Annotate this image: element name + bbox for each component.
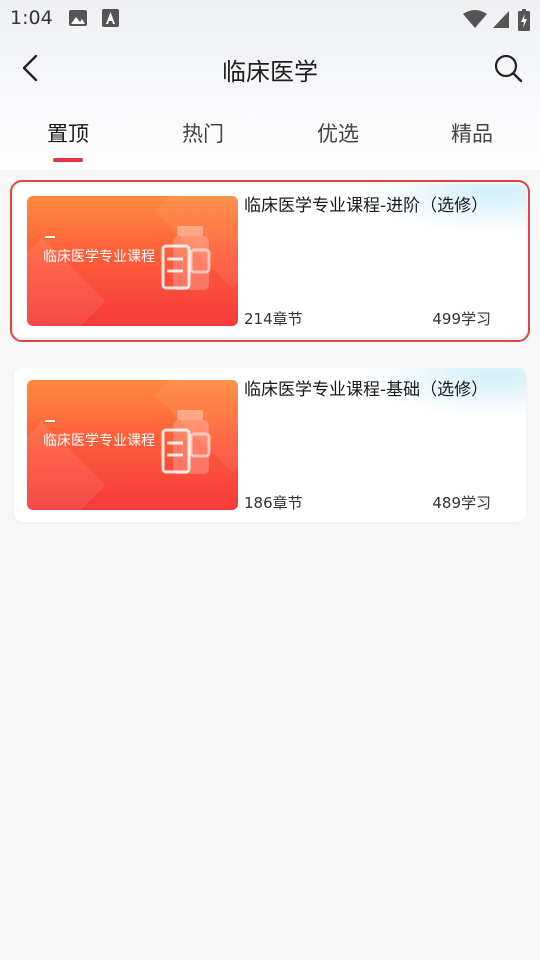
tab-bar: 置顶 热门 优选 精品	[0, 112, 540, 168]
course-title: 临床医学专业课程-基础（选修）	[244, 380, 489, 400]
thumbnail-caption: 临床医学专业课程	[43, 249, 155, 265]
learner-count: 489学习	[432, 494, 491, 512]
thumbnail-caption: 临床医学专业课程	[43, 433, 155, 449]
course-card[interactable]: 临床医学专业课程 临床医学专业课程-基础（选修） 186章节 489学习	[14, 368, 526, 522]
chapter-count: 186章节	[244, 494, 303, 512]
medicine-bottle-icon	[161, 226, 211, 290]
thumbnail-dash	[45, 420, 55, 422]
status-time: 1:04	[10, 7, 53, 29]
course-thumbnail[interactable]: 临床医学专业课程	[27, 196, 238, 326]
status-bar: 1:04	[0, 0, 540, 36]
thumbnail-dash	[45, 236, 55, 238]
image-notification-icon	[69, 10, 87, 26]
learner-count: 499学习	[432, 310, 491, 328]
accessibility-notification-icon	[102, 9, 119, 27]
signal-icon	[493, 11, 509, 28]
tab-hot[interactable]: 热门	[153, 118, 253, 148]
active-tab-indicator	[53, 158, 83, 162]
course-thumbnail[interactable]: 临床医学专业课程	[27, 380, 238, 510]
wifi-icon	[463, 10, 487, 28]
tab-premium[interactable]: 精品	[422, 118, 522, 148]
course-card[interactable]: 临床医学专业课程 临床医学专业课程-进阶（选修） 214章节 499学习	[10, 180, 530, 342]
tab-selected[interactable]: 优选	[288, 118, 388, 148]
battery-charging-icon	[518, 9, 530, 31]
chapter-count: 214章节	[244, 310, 303, 328]
course-title: 临床医学专业课程-进阶（选修）	[244, 196, 489, 216]
tab-pinned[interactable]: 置顶	[18, 118, 118, 148]
search-button[interactable]	[490, 50, 526, 86]
page-title: 临床医学	[222, 58, 318, 86]
header: 临床医学	[0, 40, 540, 96]
medicine-bottle-icon	[161, 410, 211, 474]
